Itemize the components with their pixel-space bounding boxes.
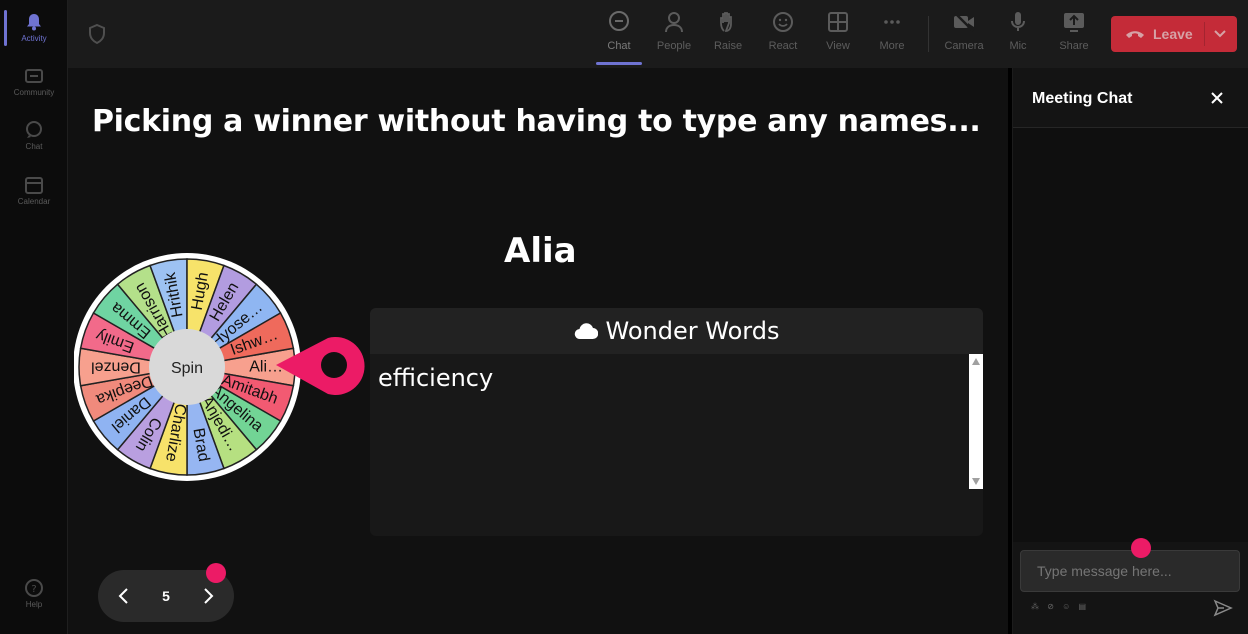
rail-label: Help xyxy=(25,600,43,609)
chat-icon xyxy=(609,11,629,31)
toolbar-label: Raise xyxy=(713,40,743,52)
community-icon xyxy=(25,69,43,83)
toolbar-raise-button[interactable]: Raise xyxy=(703,10,753,52)
chat-message-input[interactable] xyxy=(1020,550,1240,592)
toolbar-people-button[interactable]: People xyxy=(649,10,699,52)
chat-icon xyxy=(26,121,42,138)
chat-format-tools[interactable]: ⁂ ⊘ ☺ ▤ xyxy=(1031,602,1089,611)
meeting-chat-panel: Meeting Chat ⁂ ⊘ ☺ ▤ xyxy=(1012,68,1248,634)
name-wheel[interactable]: Ali… Amitabh Angelina Anjedi… Brad Charlize Co… xyxy=(73,248,374,488)
wonder-words-scrollbar[interactable] xyxy=(969,354,983,489)
mic-icon xyxy=(1011,12,1025,31)
chevron-right-icon[interactable] xyxy=(198,586,218,606)
rail-item-calendar[interactable]: Calendar xyxy=(0,175,68,206)
rail-label: Calendar xyxy=(17,197,51,206)
rail-item-help[interactable]: ? Help xyxy=(0,578,68,609)
meeting-toolbar: Chat People Raise React View More Camera… xyxy=(68,0,1248,68)
page-number: 5 xyxy=(162,588,170,604)
toolbar-label: Camera xyxy=(944,40,984,52)
leave-button[interactable]: Leave xyxy=(1111,16,1237,52)
more-icon xyxy=(884,20,900,24)
svg-text:?: ? xyxy=(31,584,36,595)
toolbar-label: React xyxy=(768,40,798,52)
shared-content-stage: Picking a winner without having to type … xyxy=(68,68,1008,634)
share-screen-icon xyxy=(1064,13,1084,32)
toolbar-chat-button[interactable]: Chat xyxy=(594,10,644,52)
raise-hand-icon xyxy=(720,12,732,32)
close-icon[interactable] xyxy=(1209,90,1225,106)
chat-title: Meeting Chat xyxy=(1032,90,1133,107)
chevron-down-icon[interactable] xyxy=(1213,26,1227,40)
toolbar-label: Chat xyxy=(607,40,631,52)
rail-item-community[interactable]: Community xyxy=(0,66,68,97)
rail-label: Activity xyxy=(21,34,47,43)
grid-view-icon xyxy=(828,12,848,32)
toolbar-label: Share xyxy=(1059,40,1089,52)
wheel-name-label: Ali… xyxy=(249,359,283,376)
hang-up-icon xyxy=(1126,31,1144,38)
wonder-words-panel: Wonder Words efficiency xyxy=(370,308,983,536)
people-icon xyxy=(665,12,683,33)
toolbar-share-button[interactable]: Share xyxy=(1049,10,1099,52)
toolbar-view-button[interactable]: View xyxy=(813,10,863,52)
calendar-icon xyxy=(25,177,43,194)
spin-label: Spin xyxy=(171,360,203,377)
winner-name: Alia xyxy=(504,231,577,271)
wonder-words-content: efficiency xyxy=(378,364,494,392)
leave-label: Leave xyxy=(1153,26,1193,42)
smile-icon xyxy=(773,12,793,32)
toolbar-mic-button[interactable]: Mic xyxy=(993,10,1043,52)
left-rail: Activity Community Chat Calendar ? Help xyxy=(0,0,68,634)
toolbar-more-button[interactable]: More xyxy=(867,10,917,52)
wheel-graphic[interactable]: Ali…AmitabhAngelinaAnjedi…BradCharlizeCo… xyxy=(73,248,374,488)
wonder-words-title: Wonder Words xyxy=(605,317,780,345)
camera-off-icon xyxy=(954,12,974,32)
wonder-words-header: Wonder Words xyxy=(370,308,983,354)
scroll-down-arrow[interactable] xyxy=(972,478,980,485)
toolbar-divider xyxy=(928,16,929,52)
chevron-left-icon[interactable] xyxy=(114,586,134,606)
send-icon[interactable] xyxy=(1213,598,1233,618)
rail-item-chat[interactable]: Chat xyxy=(0,120,68,151)
rail-label: Community xyxy=(13,88,55,97)
rail-item-activity[interactable]: Activity xyxy=(0,12,68,43)
scroll-up-arrow[interactable] xyxy=(972,358,980,365)
toolbar-react-button[interactable]: React xyxy=(758,10,808,52)
toolbar-camera-button[interactable]: Camera xyxy=(939,10,989,52)
toolbar-label: View xyxy=(826,40,850,52)
toolbar-label: People xyxy=(656,40,692,52)
pointer-dot xyxy=(206,563,226,583)
rail-label: Chat xyxy=(25,142,43,151)
toolbar-label: More xyxy=(879,40,905,52)
wheel-name-label: Denzel xyxy=(91,359,141,376)
toolbar-label: Mic xyxy=(1009,40,1027,52)
leave-divider xyxy=(1204,22,1205,46)
bell-icon xyxy=(27,14,41,31)
cloud-icon xyxy=(574,323,598,340)
active-tab-indicator xyxy=(596,62,642,65)
shield-icon[interactable] xyxy=(88,24,106,44)
help-icon: ? xyxy=(25,579,43,597)
pointer-dot xyxy=(1131,538,1151,558)
slide-title: Picking a winner without having to type … xyxy=(92,104,981,139)
